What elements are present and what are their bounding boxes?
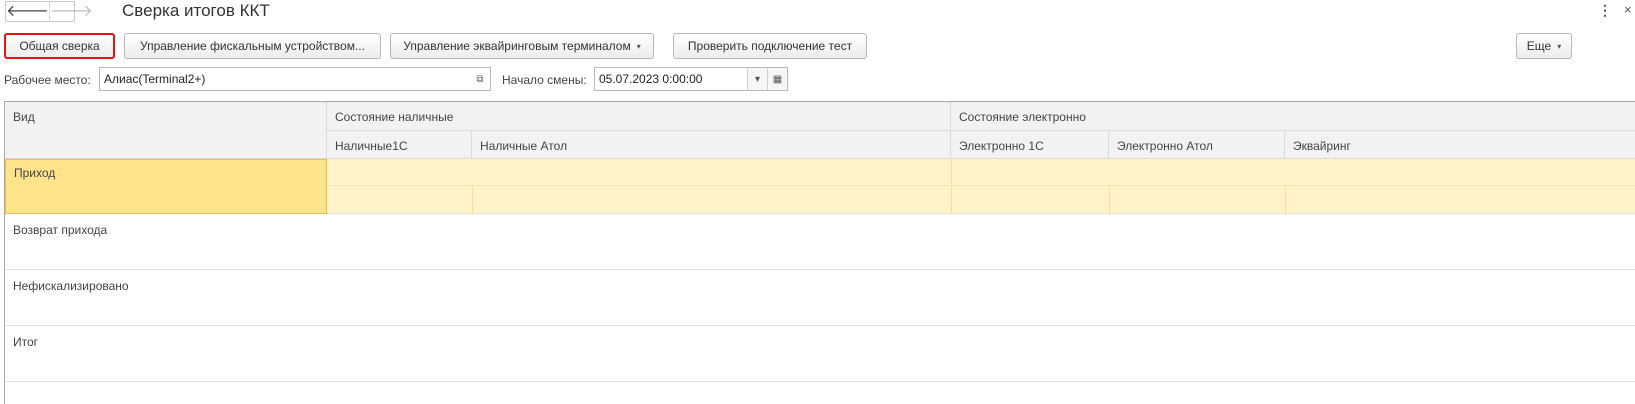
shift-start-value: 05.07.2023 0:00:00 [599,72,703,86]
group-header-cash: Состояние наличные [327,102,951,131]
column-header-electronic-1c[interactable]: Электронно 1С [951,131,1109,159]
column-header-kind[interactable]: Вид [5,102,327,159]
check-connection-label: Проверить подключение тест [687,39,853,53]
row-kind-cell[interactable]: Возврат прихода [5,214,327,270]
column-divider [1109,185,1110,214]
more-vert-icon[interactable]: ⋮ [1598,2,1612,19]
column-divider [472,185,473,214]
open-icon[interactable]: ⧉ [470,68,490,90]
fiscal-device-label: Управление фискальным устройством... [140,39,365,53]
back-arrow-icon[interactable]: 🡐 [6,2,50,21]
page-title: Сверка итогов ККТ [122,1,270,20]
workplace-value: Алиас(Terminal2+) [104,72,206,86]
column-header-acquiring[interactable]: Эквайринг [1285,131,1635,159]
column-divider [951,159,952,214]
acquiring-terminal-button[interactable]: Управление эквайринговым терминалом ▾ [390,33,654,59]
row-kind-cell[interactable]: Итог [5,326,327,382]
reconciliation-table: Вид Состояние наличные Состояние электро… [4,101,1635,404]
row-kind-cell[interactable]: Нефискализировано [5,270,327,326]
shift-start-label: Начало смены: [502,73,587,87]
group-header-electronic: Состояние электронно [951,102,1635,131]
more-label: Еще [1526,39,1552,53]
column-header-cash-atol[interactable]: Наличные Атол [472,131,951,159]
general-reconciliation-label: Общая сверка [19,39,100,53]
column-divider [1285,185,1286,214]
acquiring-terminal-label: Управление эквайринговым терминалом [403,39,631,53]
forward-arrow-icon[interactable]: 🡒 [50,2,93,21]
row-divider [327,185,1635,186]
shift-start-field[interactable]: 05.07.2023 0:00:00 ▾ ▦ [594,67,788,91]
chevron-down-icon[interactable]: ▾ [747,68,767,90]
chevron-down-icon: ▾ [636,41,641,51]
check-connection-button[interactable]: Проверить подключение тест [673,33,867,59]
workplace-label: Рабочее место: [4,73,91,87]
workplace-field[interactable]: Алиас(Terminal2+) ⧉ [99,67,491,91]
more-button[interactable]: Еще ▾ [1516,33,1572,59]
navigation-buttons: 🡐 🡒 [5,1,93,22]
general-reconciliation-button[interactable]: Общая сверка [4,33,115,59]
fiscal-device-button[interactable]: Управление фискальным устройством... [124,33,381,59]
chevron-down-icon: ▾ [1557,41,1562,51]
close-icon[interactable]: × [1624,2,1632,17]
row-kind-cell[interactable]: Приход [5,159,327,214]
column-header-cash-1c[interactable]: Наличные1С [327,131,472,159]
column-header-electronic-atol[interactable]: Электронно Атол [1109,131,1285,159]
calendar-icon[interactable]: ▦ [767,68,787,90]
